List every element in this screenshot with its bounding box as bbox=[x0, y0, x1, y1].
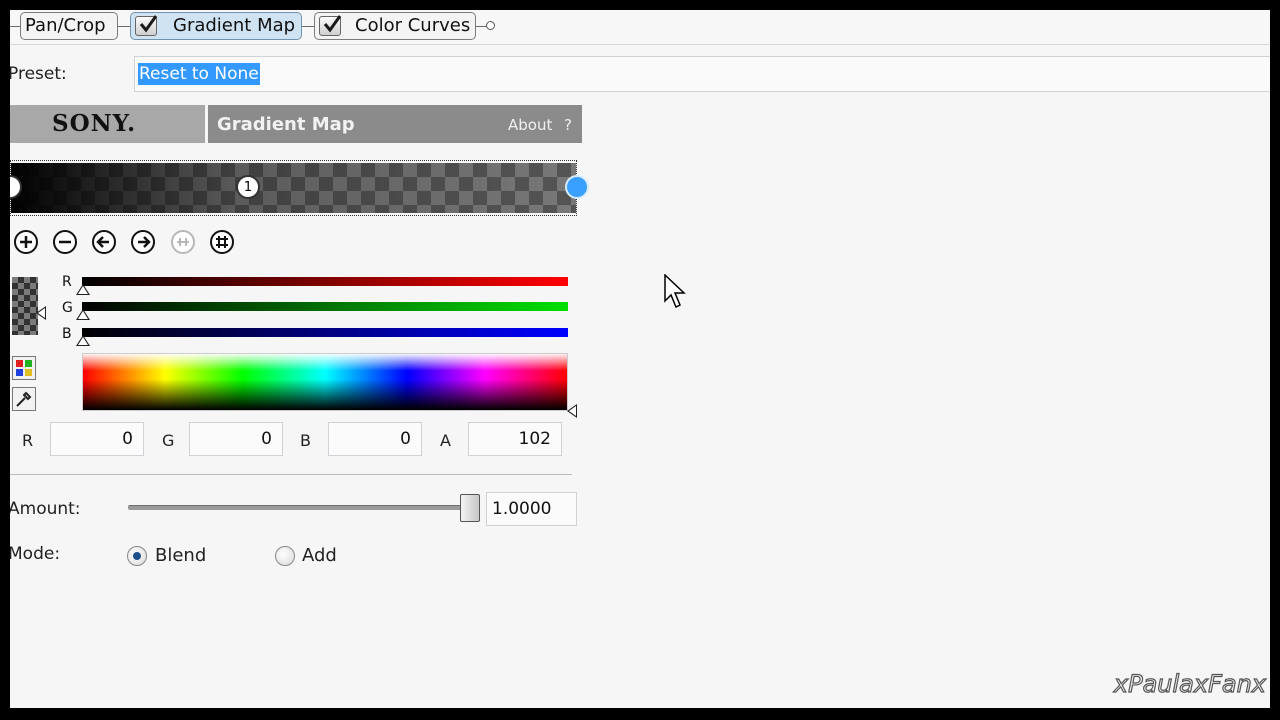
amount-slider-thumb[interactable] bbox=[460, 494, 480, 522]
mode-option-add-label: Add bbox=[302, 545, 337, 566]
gradient-editor[interactable]: 1 bbox=[10, 160, 589, 216]
tab-label: Color Curves bbox=[355, 15, 471, 36]
hue-spectrum[interactable] bbox=[82, 353, 568, 411]
reverse-stops-icon[interactable] bbox=[210, 230, 234, 254]
gradient-preview bbox=[11, 163, 576, 213]
tab-label: Pan/Crop bbox=[25, 15, 106, 36]
r-value-input[interactable]: 0 bbox=[50, 422, 144, 456]
chain-line bbox=[118, 26, 130, 27]
green-channel-slider[interactable] bbox=[82, 302, 568, 311]
move-right-icon[interactable] bbox=[131, 230, 155, 254]
green-channel-label: G bbox=[62, 300, 73, 316]
green-slider-handle[interactable] bbox=[76, 309, 90, 320]
mode-option-blend-label: Blend bbox=[155, 545, 207, 566]
amount-slider-track[interactable] bbox=[128, 505, 472, 510]
amount-input[interactable]: 1.0000 bbox=[486, 492, 577, 526]
help-icon[interactable]: ? bbox=[564, 116, 572, 134]
distribute-icon bbox=[171, 230, 195, 254]
mouse-cursor-icon bbox=[664, 274, 686, 309]
tab-color-curves[interactable]: Color Curves bbox=[314, 12, 476, 40]
remove-stop-icon[interactable] bbox=[53, 230, 77, 254]
divider bbox=[10, 474, 572, 475]
color-mode-icon[interactable] bbox=[12, 356, 36, 380]
spectrum-pointer-icon[interactable] bbox=[567, 404, 577, 418]
color-swatch-overlay bbox=[12, 277, 38, 335]
a-value-label: A bbox=[440, 431, 451, 450]
blue-slider-handle[interactable] bbox=[76, 335, 90, 346]
gradient-stop-1[interactable]: 1 bbox=[236, 175, 260, 199]
add-stop-icon[interactable] bbox=[14, 230, 38, 254]
tab-pan-crop[interactable]: Pan/Crop bbox=[20, 12, 118, 40]
g-value-label: G bbox=[162, 431, 175, 450]
eyedropper-icon[interactable] bbox=[12, 387, 36, 411]
chain-line bbox=[302, 26, 314, 27]
amount-label: Amount: bbox=[10, 499, 81, 519]
b-value-input[interactable]: 0 bbox=[328, 422, 422, 456]
preset-label: Preset: bbox=[10, 64, 67, 84]
plugin-title: Gradient Map bbox=[217, 114, 355, 135]
move-left-icon[interactable] bbox=[92, 230, 116, 254]
blue-channel-slider[interactable] bbox=[82, 328, 568, 337]
about-link[interactable]: About bbox=[508, 116, 552, 134]
preset-value[interactable]: Reset to None bbox=[138, 63, 260, 85]
blue-channel-label: B bbox=[62, 326, 72, 342]
mode-radio-blend[interactable] bbox=[127, 546, 147, 566]
checkbox-icon[interactable] bbox=[135, 15, 158, 36]
a-value-input[interactable]: 102 bbox=[468, 422, 562, 456]
red-channel-slider[interactable] bbox=[82, 277, 568, 286]
preset-dropdown[interactable] bbox=[134, 56, 1270, 92]
checkbox-icon[interactable] bbox=[319, 15, 342, 36]
chain-end-icon bbox=[486, 21, 495, 30]
b-value-label: B bbox=[300, 431, 311, 450]
tab-gradient-map[interactable]: Gradient Map bbox=[130, 12, 302, 40]
watermark: xPaulaxFanx bbox=[1113, 669, 1266, 698]
g-value-input[interactable]: 0 bbox=[189, 422, 283, 456]
alpha-pointer-icon[interactable] bbox=[36, 306, 46, 320]
red-slider-handle[interactable] bbox=[76, 284, 90, 295]
r-value-label: R bbox=[22, 431, 34, 450]
red-channel-label: R bbox=[62, 274, 72, 290]
tab-label: Gradient Map bbox=[173, 15, 296, 36]
video-fx-window: Pan/Crop Gradient Map Color Curves Prese… bbox=[10, 10, 1270, 708]
sony-logo: SONY. bbox=[52, 110, 137, 137]
gradient-stop-end[interactable] bbox=[565, 175, 589, 199]
mode-label: Mode: bbox=[10, 544, 61, 564]
effect-chain: Pan/Crop Gradient Map Color Curves bbox=[10, 10, 1270, 45]
mode-radio-add[interactable] bbox=[275, 546, 295, 566]
